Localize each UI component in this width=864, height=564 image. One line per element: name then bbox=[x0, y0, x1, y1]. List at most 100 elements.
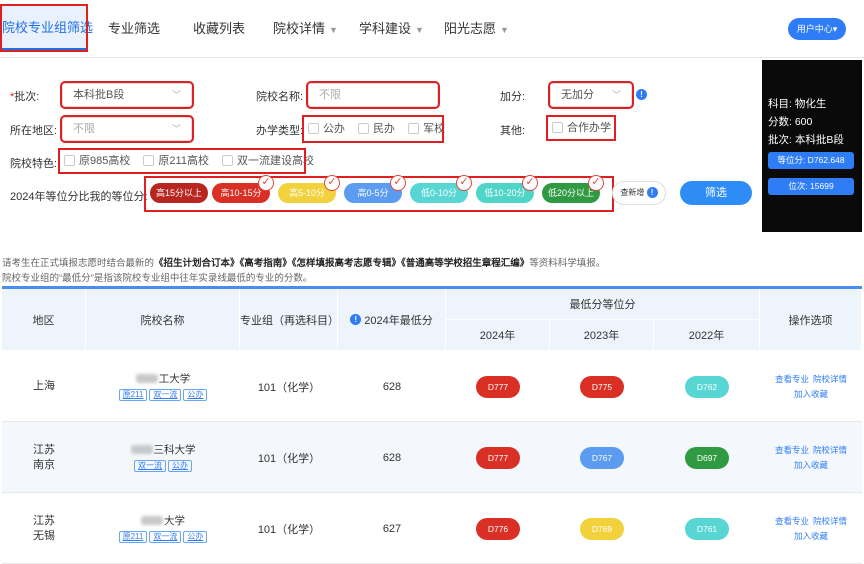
th-min2024: ! 2024年最低分 bbox=[338, 289, 446, 351]
checkbox-military[interactable]: 军校 bbox=[408, 123, 445, 135]
school-tag[interactable]: 公办 bbox=[183, 388, 208, 401]
chevron-down-icon: ﹀ bbox=[611, 90, 621, 100]
school-detail-link[interactable]: 院校详情 bbox=[813, 516, 847, 526]
cell-region: 上海 bbox=[2, 351, 86, 422]
info-icon[interactable]: ! bbox=[636, 89, 647, 100]
cell-school: 三科大学双一流 公办 bbox=[86, 422, 240, 493]
region-select[interactable]: 不限 ﹀ bbox=[60, 115, 194, 143]
add-favorite-link[interactable]: 加入收藏 bbox=[794, 460, 828, 470]
add-favorite-link[interactable]: 加入收藏 bbox=[794, 531, 828, 541]
rank-badge: 位次: 15699 bbox=[768, 178, 854, 195]
checkbox-label: 民办 bbox=[373, 123, 396, 135]
checkbox-public[interactable]: 公办 bbox=[308, 123, 345, 135]
school-tag[interactable]: 公办 bbox=[168, 459, 192, 472]
rank-pill[interactable]: 低20分以上 ✓ bbox=[542, 175, 604, 203]
nav-tab-school-group-filter[interactable]: 院校专业组筛选 bbox=[0, 4, 93, 52]
region-province: 上海 bbox=[33, 380, 55, 392]
checkbox-211[interactable]: 原211高校 bbox=[143, 155, 209, 167]
school-name-placeholder: 不限 bbox=[319, 89, 341, 101]
ops-line-2: 加入收藏 bbox=[792, 529, 830, 544]
school-detail-link[interactable]: 院校详情 bbox=[813, 445, 847, 455]
th-school: 院校名称 bbox=[86, 289, 240, 351]
bonus-label: 加分: bbox=[500, 91, 526, 103]
rank-pill-label: 低10-20分 bbox=[484, 188, 526, 198]
school-tag[interactable]: 公办 bbox=[183, 530, 208, 543]
checkbox-label: 原211高校 bbox=[158, 155, 209, 167]
checkbox-joint-program[interactable]: 合作办学 bbox=[552, 122, 611, 134]
school-name[interactable]: 三科大学 bbox=[130, 444, 196, 457]
note-books: 《招生计划合订本》《高考指南》《怎样填报高考志愿专辑》《普通高等学校招生章程汇编… bbox=[154, 258, 530, 269]
checkmark-icon: ✓ bbox=[522, 175, 538, 191]
th-2023: 2023年 bbox=[550, 320, 654, 351]
th-ops: 操作选项 bbox=[760, 289, 862, 351]
cell-ops: 查看专业 院校详情加入收藏 bbox=[760, 351, 862, 422]
rank-pill[interactable]: 高15分以上 bbox=[150, 183, 208, 203]
th-2024: 2024年 bbox=[446, 320, 550, 351]
cell-ops: 查看专业 院校详情加入收藏 bbox=[760, 422, 862, 493]
nav-tab-major-filter[interactable]: 专业筛选 bbox=[108, 0, 160, 58]
nav-tab-school-detail[interactable]: 院校详情 ▼ bbox=[273, 0, 338, 58]
rank-badge-2022: D762 bbox=[685, 375, 729, 398]
rank-badge-2022: D761 bbox=[685, 517, 729, 540]
nav-tab-discipline[interactable]: 学科建设 ▼ bbox=[359, 0, 424, 58]
cell-rank-2024: D776 bbox=[446, 493, 550, 564]
cell-rank-2022: D761 bbox=[654, 493, 760, 564]
rank-pill[interactable]: 高10-15分 ✓ bbox=[212, 175, 274, 203]
school-tag[interactable]: 双一流 bbox=[149, 388, 182, 401]
rank-pill[interactable]: 低0-10分 ✓ bbox=[410, 175, 472, 203]
school-type-group: 公办 民办 军校 bbox=[302, 115, 445, 143]
chevron-down-icon: ▼ bbox=[415, 25, 424, 35]
school-tag[interactable]: 原211 bbox=[118, 530, 148, 543]
cell-region: 江苏 南京 bbox=[2, 422, 86, 493]
region-province: 江苏 bbox=[33, 514, 55, 527]
checkmark-icon: ✓ bbox=[588, 175, 604, 191]
add-favorite-link[interactable]: 加入收藏 bbox=[794, 389, 828, 399]
batch-select[interactable]: 本科批B段 ﹀ bbox=[60, 81, 194, 109]
school-name-input[interactable]: 不限 bbox=[306, 81, 440, 109]
school-name[interactable]: 工大学 bbox=[135, 373, 190, 386]
note-suffix: 等资料科学填报。 bbox=[529, 258, 606, 269]
rank-pill-group: 高15分以上 高10-15分 ✓ 高5-10分 ✓ 高0-5分 ✓ 低0-10分 ✓ 低10-20… bbox=[144, 175, 614, 212]
rank-pill[interactable]: 高5-10分 ✓ bbox=[278, 175, 340, 203]
rank-pill[interactable]: 高0-5分 ✓ bbox=[344, 175, 406, 203]
recalc-label: 查新增 bbox=[620, 188, 645, 197]
cell-school: 工大学原211 双一流 公办 bbox=[86, 351, 240, 422]
rank-badge-2023: D767 bbox=[580, 446, 624, 469]
checkbox-icon bbox=[358, 123, 370, 134]
recalc-button[interactable]: 查新增 ! bbox=[612, 181, 666, 205]
checkbox-icon bbox=[143, 155, 155, 166]
rank-pill[interactable]: 低10-20分 ✓ bbox=[476, 175, 538, 203]
school-name-visible: 大学 bbox=[164, 514, 185, 527]
th-min2024-label: 2024年最低分 bbox=[364, 314, 433, 327]
ops-line-2: 加入收藏 bbox=[792, 458, 830, 473]
checkbox-label: 原985高校 bbox=[79, 155, 131, 167]
nav-tab-sunshine[interactable]: 阳光志愿 ▼ bbox=[444, 0, 509, 58]
user-center-button[interactable]: 用户中心▾ bbox=[788, 18, 846, 40]
checkbox-private[interactable]: 民办 bbox=[358, 123, 395, 135]
checkbox-double-first-class[interactable]: 双一流建设高校 bbox=[222, 155, 314, 167]
rank-badge-2024: D777 bbox=[476, 446, 520, 469]
checkbox-985[interactable]: 原985高校 bbox=[64, 155, 130, 167]
view-major-link[interactable]: 查看专业 bbox=[775, 445, 809, 455]
th-rank-group: 最低分等位分 bbox=[446, 289, 760, 320]
score-batch: 批次: 本科批B段 bbox=[768, 134, 844, 146]
view-major-link[interactable]: 查看专业 bbox=[775, 374, 809, 384]
nav-tab-favorites[interactable]: 收藏列表 bbox=[193, 0, 245, 58]
score-panel: 科目: 物化生 分数: 600 批次: 本科批B段 等位分: D762.648 … bbox=[762, 60, 862, 232]
rank-badge-2023: D769 bbox=[580, 517, 624, 540]
bonus-select[interactable]: 无加分 ﹀ bbox=[548, 81, 634, 109]
equiv-score-badge: 等位分: D762.648 bbox=[768, 152, 854, 169]
batch-label: *批次: bbox=[10, 91, 40, 103]
note-prefix: 请考生在正式填报志愿时结合最新的 bbox=[2, 258, 155, 269]
view-major-link[interactable]: 查看专业 bbox=[775, 516, 809, 526]
screen-button[interactable]: 筛选 bbox=[680, 181, 752, 205]
checkbox-label: 公办 bbox=[323, 123, 345, 135]
results-table: 地区 院校名称 专业组（再选科目） ! 2024年最低分 最低分等位分 2024年… bbox=[2, 286, 862, 564]
school-name[interactable]: 大学 bbox=[141, 515, 185, 528]
school-tag[interactable]: 双一流 bbox=[149, 530, 182, 543]
school-tag[interactable]: 双一流 bbox=[134, 459, 166, 472]
school-detail-link[interactable]: 院校详情 bbox=[813, 374, 847, 384]
checkbox-icon bbox=[222, 155, 234, 166]
cell-school: 大学原211 双一流 公办 bbox=[86, 493, 240, 564]
school-tag[interactable]: 原211 bbox=[118, 388, 148, 401]
